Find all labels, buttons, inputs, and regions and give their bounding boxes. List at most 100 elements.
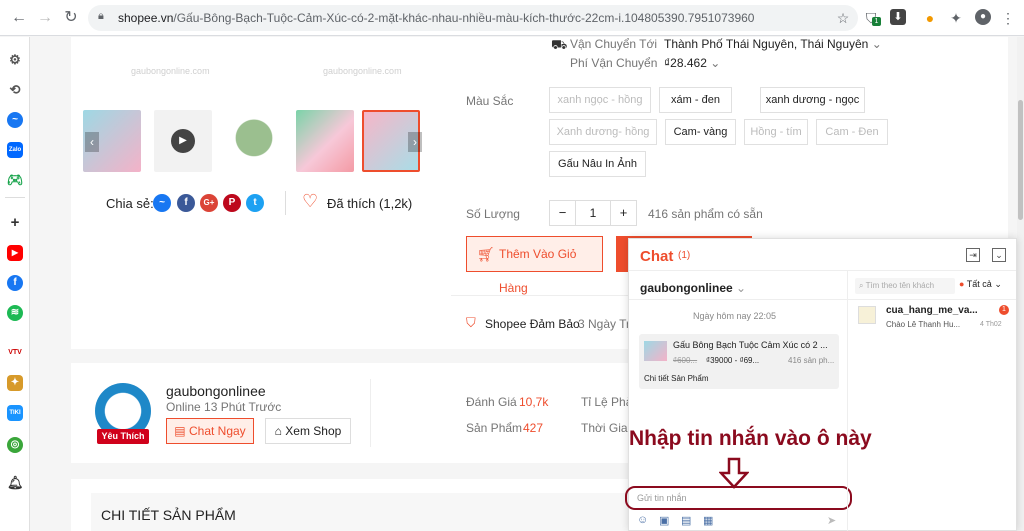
minimize-chat-icon[interactable]: ⌄ (992, 248, 1006, 262)
color-option[interactable]: xám - đen (659, 87, 732, 113)
shipping-fee-value[interactable]: ₫28.462 ⌄ (664, 56, 720, 70)
page-scrollbar-thumb[interactable] (1018, 100, 1023, 220)
extension-shield-icon[interactable]: ⛉ 1 (862, 9, 881, 27)
bookmark-star-icon[interactable]: ☆ (834, 9, 852, 27)
messenger-share-icon[interactable]: ~ (153, 194, 171, 212)
chevron-down-icon: ⌄ (736, 281, 747, 295)
divider (370, 379, 371, 447)
filter-dropdown[interactable]: ● Tất cả ⌄ (959, 279, 1002, 290)
product-icon[interactable]: ▤ (681, 514, 691, 527)
green-app-icon[interactable]: ◎ (7, 437, 23, 453)
product-detail-link[interactable]: Chi tiết Sản Phẩm (644, 374, 708, 383)
chat-window: Chat (1) ⇥ ⌄ gaubongonlinee ⌄ Ngày hôm n… (625, 238, 1017, 531)
send-icon[interactable]: ➤ (827, 514, 836, 527)
add-icon[interactable]: + (7, 215, 23, 231)
vtv-icon[interactable]: VTV (7, 345, 23, 361)
divider (629, 299, 847, 300)
message-input[interactable]: Gửi tin nhắn (633, 489, 843, 507)
annotation-arrow (718, 457, 750, 489)
color-option[interactable]: xanh ngọc - hồng (549, 87, 651, 113)
notification-bell-icon[interactable]: 🔔︎ (7, 475, 24, 491)
youtube-icon[interactable]: ▶ (7, 245, 23, 261)
rating-value: 10,7k (519, 395, 549, 409)
add-to-cart-button[interactable]: 🛒︎ Thêm Vào Giỏ Hàng (466, 236, 603, 295)
play-icon[interactable]: ▶ (171, 129, 195, 153)
shipping-to-value[interactable]: Thành Phố Thái Nguyên, Thái Nguyên ⌄ (664, 37, 882, 51)
chat-unread-count: (1) (678, 250, 691, 261)
color-label: Màu Sắc (466, 94, 514, 108)
truck-icon: ⛟ (551, 37, 568, 52)
product-message-card[interactable]: Gấu Bông Bạch Tuộc Cảm Xúc có 2 ... ₫600… (639, 334, 839, 389)
back-icon[interactable]: ← (10, 9, 28, 27)
guarantee-extra: 3 Ngày Tr (578, 317, 631, 331)
shop-icon: ⌂ (274, 424, 282, 438)
extension-circle-icon[interactable]: ● (921, 9, 939, 27)
settings-gear-icon[interactable]: ⚙ (7, 52, 23, 68)
collapse-panel-icon[interactable]: ⇥ (966, 248, 980, 262)
thumbnail-3[interactable] (225, 110, 283, 172)
color-option[interactable]: Cam- vàng (665, 119, 736, 145)
image-icon[interactable]: ▣ (659, 514, 669, 527)
color-option[interactable]: Hồng - tím (744, 119, 808, 145)
product-stock: 416 sản ph... (788, 356, 835, 365)
shipping-fee-label: Phí Vận Chuyển (570, 56, 658, 70)
history-icon[interactable]: ⟲ (7, 82, 23, 98)
color-option[interactable]: Xanh dương- hồng (549, 119, 657, 145)
color-option[interactable]: Gấu Nâu In Ảnh (549, 151, 646, 177)
profile-avatar-icon[interactable]: ● (975, 9, 991, 25)
customer-search-input[interactable]: ⌕ Tìm theo tên khách (855, 278, 955, 294)
game-controller-icon[interactable]: 🎮︎ (7, 172, 24, 188)
conversation-avatar (858, 306, 876, 324)
conversation-name: cua_hang_me_va... (886, 305, 978, 316)
google-plus-share-icon[interactable]: G+ (200, 194, 218, 212)
zalo-icon[interactable]: Zalo (7, 142, 23, 158)
thumbs-next-arrow[interactable]: › (408, 132, 422, 152)
thumbs-prev-arrow[interactable]: ‹ (85, 132, 99, 152)
thumbnail-4[interactable] (296, 110, 354, 172)
spotify-icon[interactable]: ≋ (7, 305, 23, 321)
lock-icon: 🔒︎ (98, 10, 104, 22)
tiki-icon[interactable]: TIKI (7, 405, 23, 421)
view-shop-label: Xem Shop (285, 424, 342, 438)
like-count: Đã thích (1,2k) (327, 196, 413, 211)
product-old-price: ₫600... (673, 356, 698, 365)
filter-label: Tất cả (966, 279, 992, 289)
browser-menu-icon[interactable]: ⋮ (999, 9, 1017, 27)
extensions-puzzle-icon[interactable]: ✦ (947, 9, 965, 27)
forward-icon[interactable]: → (36, 9, 54, 27)
facebook-share-icon[interactable]: f (177, 194, 195, 212)
reload-icon[interactable]: ↻ (62, 9, 80, 27)
game-app-icon[interactable]: ✦ (7, 375, 23, 391)
quantity-input[interactable]: 1 (576, 201, 610, 225)
chevron-down-icon: ⌄ (871, 37, 882, 51)
watermark-text: gaubongonline.com (131, 66, 210, 76)
facebook-icon[interactable]: f (7, 275, 23, 291)
product-message-title: Gấu Bông Bạch Tuộc Cảm Xúc có 2 ... (673, 340, 828, 350)
quantity-label: Số Lượng (466, 207, 520, 221)
conversation-item[interactable]: cua_hang_me_va... 1 Chào Lê Thanh Hu... … (848, 300, 1016, 334)
twitter-share-icon[interactable]: t (246, 194, 264, 212)
share-label: Chia sẻ: (106, 196, 154, 211)
chevron-down-icon: ⌄ (710, 56, 721, 70)
extension-badge: 1 (872, 17, 881, 26)
shipping-to-label: Vận Chuyển Tới (570, 37, 658, 51)
color-option[interactable]: xanh dương - ngọc (760, 87, 865, 113)
products-value: 427 (523, 421, 544, 435)
chat-now-button[interactable]: ▤ Chat Ngay (166, 418, 254, 444)
chat-partner[interactable]: gaubongonlinee ⌄ (640, 281, 746, 295)
heart-icon[interactable]: ♡ (302, 192, 318, 210)
watermark-text: gaubongonline.com (323, 66, 402, 76)
pinterest-share-icon[interactable]: P (223, 194, 241, 212)
download-icon[interactable]: ⬇ (890, 9, 906, 25)
quantity-decrease-button[interactable]: − (550, 201, 576, 225)
thumbnail-video[interactable]: ▶ (154, 110, 212, 172)
chat-date: Ngày hôm nay 22:05 (693, 311, 777, 321)
address-bar[interactable]: 🔒︎ shopee.vn/Gấu-Bông-Bạch-Tuộc-Cảm-Xúc-… (88, 5, 858, 31)
color-option[interactable]: Cam - Đen (816, 119, 888, 145)
quantity-increase-button[interactable]: + (610, 201, 636, 225)
messenger-icon[interactable]: ~ (7, 112, 23, 128)
chevron-down-icon: ⌄ (994, 279, 1002, 289)
order-icon[interactable]: ▦ (703, 514, 713, 527)
view-shop-button[interactable]: ⌂ Xem Shop (265, 418, 351, 444)
emoji-icon[interactable]: ☺ (637, 514, 648, 526)
